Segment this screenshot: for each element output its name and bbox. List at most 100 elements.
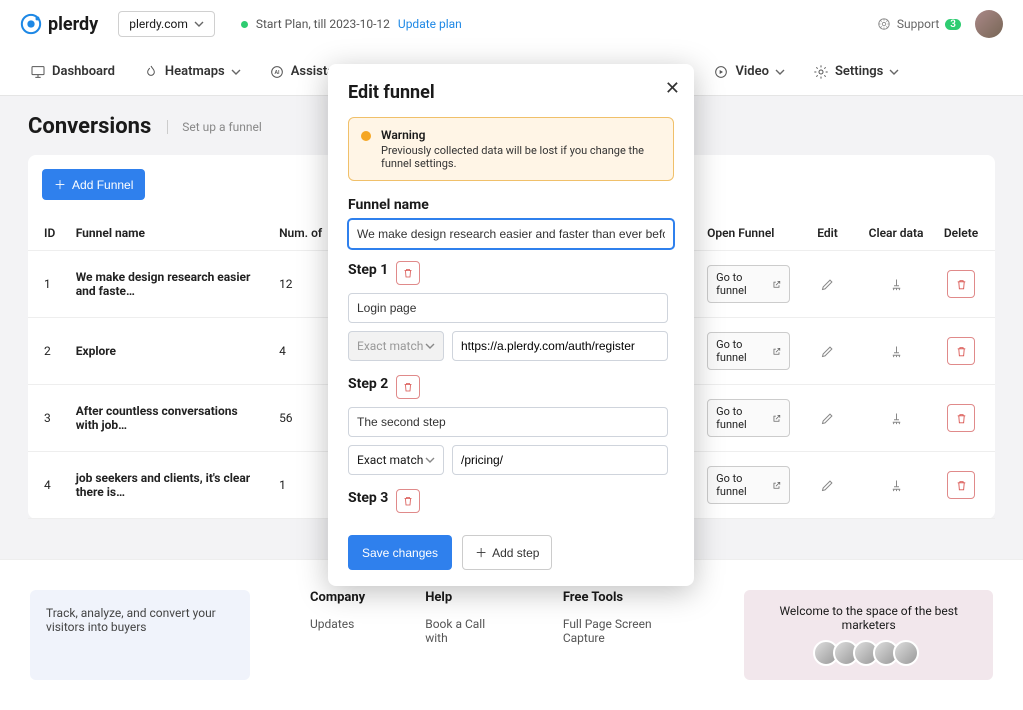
delete-button[interactable] (947, 404, 975, 432)
broom-icon (889, 478, 904, 493)
clear-data-button[interactable] (882, 471, 910, 499)
broom-icon (889, 277, 904, 292)
chevron-down-icon (775, 67, 785, 77)
add-step-button[interactable]: ＋ Add step (462, 535, 552, 570)
edit-button[interactable] (814, 404, 842, 432)
delete-button[interactable] (947, 337, 975, 365)
step-url-input[interactable] (452, 331, 668, 361)
external-link-icon (772, 279, 781, 290)
footer-link[interactable]: Full Page Screen Capture (563, 617, 685, 645)
funnel-step: Step 2 Exact match (348, 375, 668, 475)
fire-icon (143, 64, 159, 80)
edit-funnel-modal: ✕ Edit funnel Warning Previously collect… (328, 64, 694, 586)
support-label: Support (897, 17, 939, 31)
go-to-funnel-button[interactable]: Go to funnel (707, 332, 790, 370)
th-delete: Delete (935, 216, 995, 251)
add-funnel-button[interactable]: ＋ Add Funnel (42, 169, 145, 200)
nav-heatmaps[interactable]: Heatmaps (143, 64, 241, 80)
plus-icon: ＋ (54, 176, 66, 193)
nav-dashboard[interactable]: Dashboard (30, 64, 115, 80)
edit-button[interactable] (814, 471, 842, 499)
footer-link[interactable]: Book a Call with (425, 617, 503, 645)
trash-icon (402, 267, 414, 279)
trash-icon (402, 381, 414, 393)
brand-name: plerdy (48, 14, 98, 35)
go-to-funnel-button[interactable]: Go to funnel (707, 265, 790, 303)
step-url-input[interactable] (452, 445, 668, 475)
support-link[interactable]: Support 3 (877, 17, 961, 31)
cell-id: 2 (28, 318, 68, 385)
update-plan-link[interactable]: Update plan (398, 17, 462, 31)
nav-settings[interactable]: Settings (813, 64, 899, 80)
chevron-down-icon (425, 455, 435, 465)
th-name: Funnel name (68, 216, 271, 251)
go-to-funnel-button[interactable]: Go to funnel (707, 399, 790, 437)
pencil-icon (820, 411, 835, 426)
close-button[interactable]: ✕ (665, 78, 680, 99)
edit-button[interactable] (814, 337, 842, 365)
footer-col-title: Company (310, 590, 365, 605)
trash-icon (955, 278, 968, 291)
footer-column: Company Updates (310, 590, 365, 680)
trash-icon (955, 345, 968, 358)
site-selector[interactable]: plerdy.com (118, 11, 215, 37)
cell-name: Explore (68, 318, 271, 385)
user-avatar[interactable] (975, 10, 1003, 38)
cell-id: 4 (28, 452, 68, 519)
footer-tagline: Track, analyze, and convert your visitor… (30, 590, 250, 680)
nav-video[interactable]: Video (713, 64, 785, 80)
funnel-step: Step 1 Exact match (348, 261, 668, 361)
pencil-icon (820, 478, 835, 493)
gear-icon (813, 64, 829, 80)
page-subtitle: Set up a funnel (167, 120, 262, 134)
ai-icon: AI (269, 64, 285, 80)
footer-col-title: Help (425, 590, 503, 605)
match-type-select[interactable]: Exact match (348, 445, 444, 475)
go-to-funnel-button[interactable]: Go to funnel (707, 466, 790, 504)
step-name-input[interactable] (348, 293, 668, 323)
external-link-icon (772, 480, 781, 491)
brand-logo: plerdy (20, 13, 98, 35)
site-selector-label: plerdy.com (129, 17, 188, 31)
pencil-icon (820, 277, 835, 292)
step-title: Step 2 (348, 376, 388, 392)
plerdy-icon (20, 13, 42, 35)
funnel-name-input[interactable] (348, 219, 674, 249)
monitor-icon (30, 64, 46, 80)
chevron-down-icon (194, 19, 204, 29)
marketers-card: Welcome to the space of the best markete… (744, 590, 993, 680)
status-dot (241, 21, 248, 28)
video-icon (713, 64, 729, 80)
trash-icon (402, 495, 414, 507)
edit-button[interactable] (814, 270, 842, 298)
delete-step-button[interactable] (396, 489, 420, 513)
external-link-icon (772, 346, 781, 357)
cell-id: 3 (28, 385, 68, 452)
footer-link[interactable]: Updates (310, 617, 365, 631)
warning-text: Previously collected data will be lost i… (381, 144, 661, 170)
chevron-down-icon (425, 341, 435, 351)
trash-icon (955, 479, 968, 492)
delete-step-button[interactable] (396, 375, 420, 399)
delete-button[interactable] (947, 270, 975, 298)
match-type-select[interactable]: Exact match (348, 331, 444, 361)
external-link-icon (772, 413, 781, 424)
funnel-name-label: Funnel name (348, 197, 674, 213)
clear-data-button[interactable] (882, 404, 910, 432)
marketers-text: Welcome to the space of the best markete… (762, 604, 975, 632)
save-button[interactable]: Save changes (348, 535, 452, 570)
th-id: ID (28, 216, 68, 251)
step-name-input[interactable] (348, 407, 668, 437)
delete-button[interactable] (947, 471, 975, 499)
broom-icon (889, 344, 904, 359)
clear-data-button[interactable] (882, 270, 910, 298)
modal-title: Edit funnel (348, 82, 674, 103)
plan-text: Start Plan, till 2023-10-12 (256, 17, 390, 31)
chevron-down-icon (231, 67, 241, 77)
delete-step-button[interactable] (396, 261, 420, 285)
page-title: Conversions (28, 114, 151, 139)
plan-info: Start Plan, till 2023-10-12 Update plan (241, 17, 462, 31)
funnel-step: Step 3 (348, 489, 668, 513)
footer-column: Help Book a Call with (425, 590, 503, 680)
clear-data-button[interactable] (882, 337, 910, 365)
